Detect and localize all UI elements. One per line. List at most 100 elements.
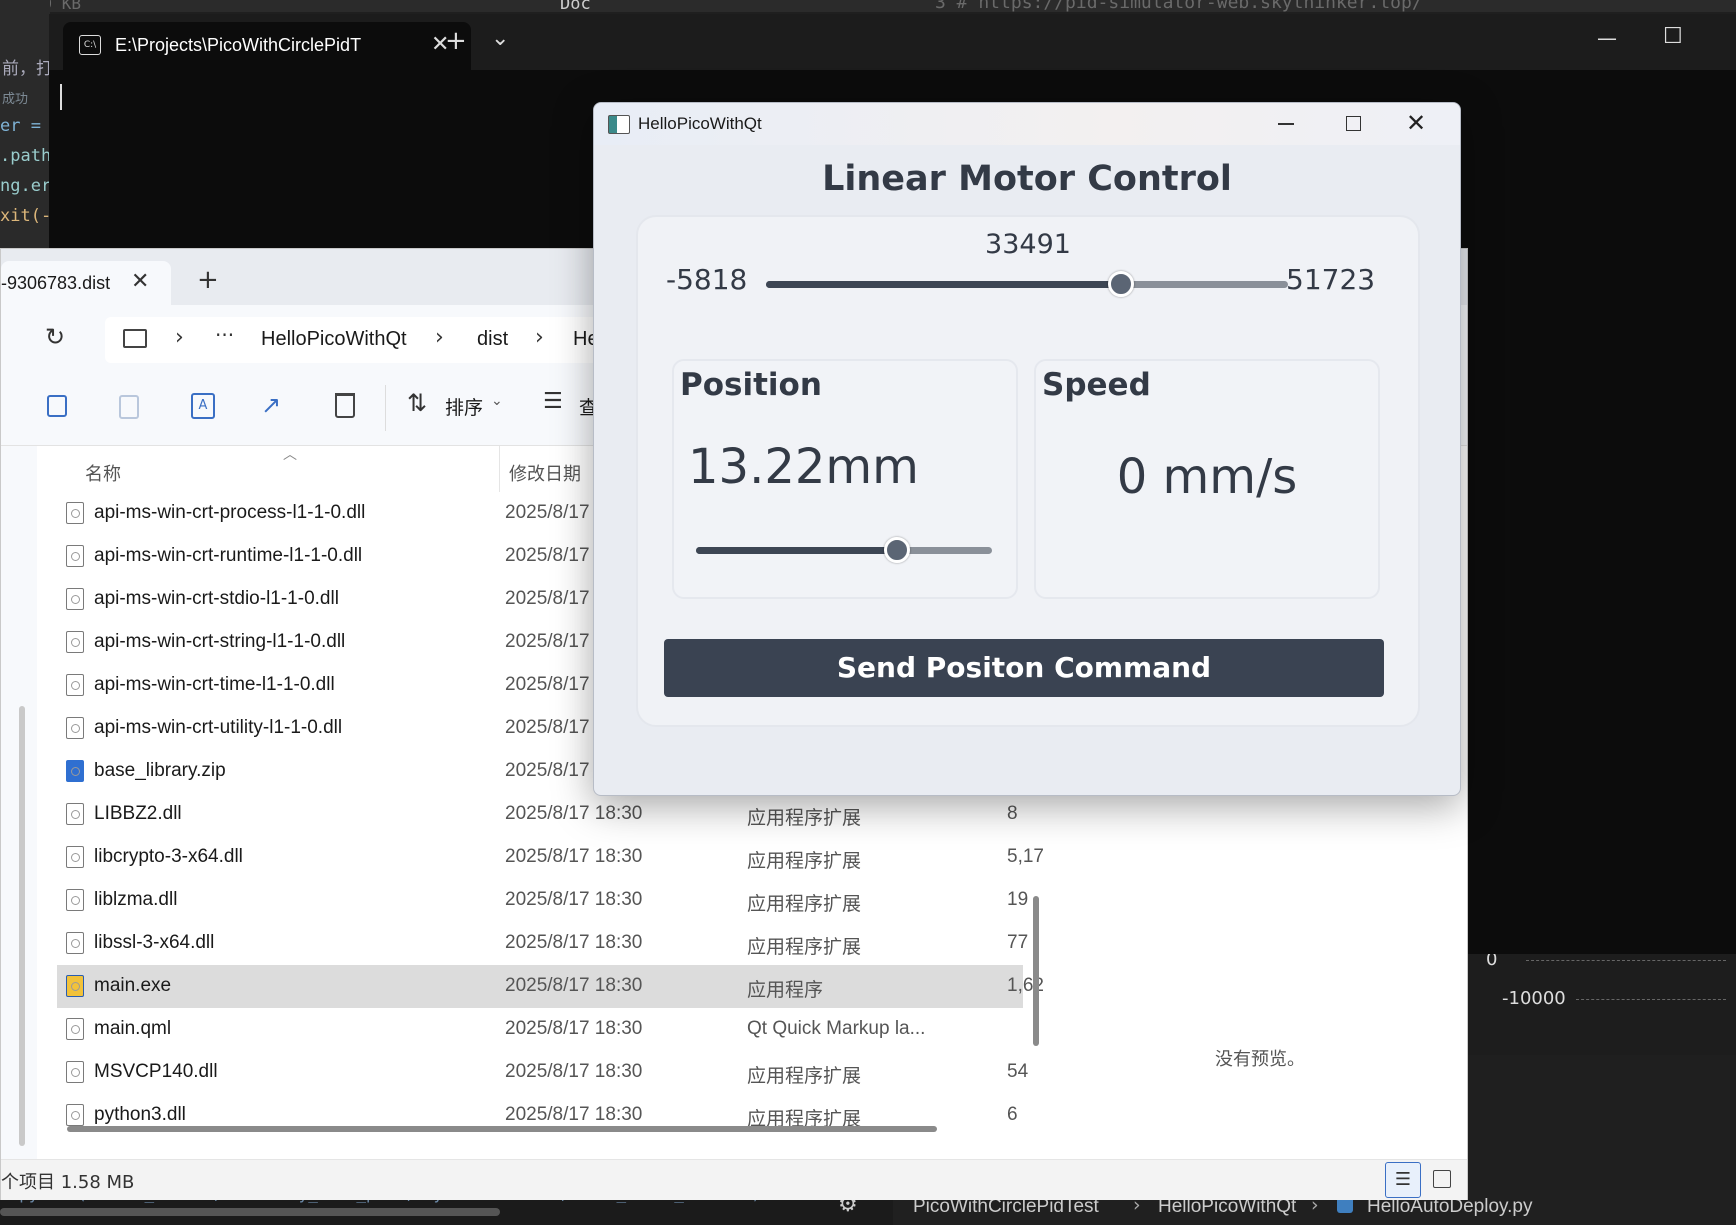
dll-file-icon <box>66 1104 84 1126</box>
horizontal-scrollbar[interactable] <box>0 1208 500 1216</box>
qt-app-window: HelloPicoWithQt ✕ Linear Motor Control 3… <box>593 102 1461 796</box>
file-name: python3.dll <box>94 1104 186 1125</box>
file-size: 8 <box>1007 803 1018 824</box>
file-name: api-ms-win-crt-runtime-l1-1-0.dll <box>94 545 363 566</box>
qt-title-bar[interactable]: HelloPicoWithQt ✕ <box>594 103 1460 145</box>
position-card: Position 13.22mm <box>672 359 1018 599</box>
share-icon[interactable]: ↗ <box>261 391 281 419</box>
target-value: 33491 <box>985 229 1071 260</box>
table-row[interactable]: libcrypto-3-x64.dll 2025/8/17 18:30 应用程序扩展… <box>57 836 1044 879</box>
column-divider[interactable] <box>499 446 500 492</box>
tiles-view-icon[interactable] <box>1433 1170 1451 1188</box>
position-slider[interactable] <box>696 537 992 563</box>
file-name: api-ms-win-crt-utility-l1-1-0.dll <box>94 717 343 738</box>
table-row[interactable]: LIBBZ2.dll 2025/8/17 18:30 应用程序扩展 8 <box>57 793 1023 836</box>
nav-pane <box>1 446 37 1159</box>
file-date: 2025/8/17 <box>505 545 590 566</box>
breadcrumb[interactable]: › ··· HelloPicoWithQt › dist › He <box>105 317 625 363</box>
minimize-button[interactable]: — <box>1597 26 1617 50</box>
control-card: 33491 -5818 51723 Position 13.22mm Speed… <box>636 215 1420 727</box>
file-size: 19 <box>1007 889 1029 910</box>
text-cursor <box>60 84 62 110</box>
file-type: 应用程序扩展 <box>747 894 862 915</box>
column-header-date[interactable]: 修改日期 <box>509 460 581 486</box>
send-position-button[interactable]: Send Positon Command <box>664 639 1384 697</box>
file-type: 应用程序扩展 <box>747 808 862 829</box>
details-view-icon[interactable]: ☰ <box>1385 1162 1421 1198</box>
target-slider[interactable] <box>766 271 1288 297</box>
file-name: libcrypto-3-x64.dll <box>94 846 243 867</box>
file-type: Qt Quick Markup la... <box>747 1018 926 1039</box>
paste-icon[interactable] <box>119 395 139 419</box>
minimize-button[interactable] <box>1278 123 1294 125</box>
file-date: 2025/8/17 <box>505 674 590 695</box>
chevron-right-icon: › <box>175 325 184 350</box>
table-row[interactable]: main.exe 2025/8/17 18:30 应用程序 1,62 <box>57 965 1044 1008</box>
file-type: 应用程序 <box>747 980 824 1001</box>
nav-scrollbar[interactable] <box>19 706 25 1146</box>
sort-button[interactable]: 排序 <box>445 393 483 420</box>
column-header-name[interactable]: 名称 <box>85 460 121 486</box>
new-tab-button[interactable]: + <box>445 26 467 56</box>
slider-handle[interactable] <box>884 537 910 563</box>
table-row[interactable]: libssl-3-x64.dll 2025/8/17 18:30 应用程序扩展 77 <box>57 922 1028 965</box>
file-name: libssl-3-x64.dll <box>94 932 215 953</box>
file-name: MSVCP140.dll <box>94 1061 218 1082</box>
sort-up-icon: ︿ <box>283 447 297 463</box>
dll-file-icon <box>66 502 84 524</box>
code-line: .path <box>0 146 52 166</box>
speed-value: 0 mm/s <box>1116 449 1298 505</box>
horizontal-scrollbar[interactable] <box>67 1126 937 1132</box>
code-line: xit(- <box>0 206 52 226</box>
table-row[interactable]: liblzma.dll 2025/8/17 18:30 应用程序扩展 19 <box>57 879 1028 922</box>
chevron-right-icon: › <box>535 325 544 350</box>
graph-gridline <box>1576 999 1726 1000</box>
chevron-down-icon[interactable]: ⌄ <box>491 26 509 51</box>
file-type: 应用程序扩展 <box>747 937 862 958</box>
file-name: main.exe <box>94 975 172 996</box>
file-type: 应用程序扩展 <box>747 851 862 872</box>
delete-icon[interactable] <box>335 393 355 418</box>
slider-max-label: 51723 <box>1286 263 1376 296</box>
file-date: 2025/8/17 18:30 <box>505 1104 643 1125</box>
maximize-button[interactable] <box>1346 116 1361 131</box>
file-name: api-ms-win-crt-stdio-l1-1-0.dll <box>94 588 339 609</box>
table-row[interactable]: MSVCP140.dll 2025/8/17 18:30 应用程序扩展 54 <box>57 1051 1028 1094</box>
position-value: 13.22mm <box>688 439 919 495</box>
breadcrumb-item[interactable]: dist <box>477 328 508 351</box>
vertical-scrollbar[interactable] <box>1033 896 1039 1046</box>
page-title: Linear Motor Control <box>822 159 1232 199</box>
file-size: 6 <box>1007 1104 1018 1125</box>
dll-file-icon <box>66 631 84 653</box>
file-date: 2025/8/17 <box>505 760 590 781</box>
file-size: 54 <box>1007 1061 1029 1082</box>
slider-handle[interactable] <box>1108 271 1134 297</box>
dll-file-icon <box>66 717 84 739</box>
qml-file-icon <box>66 1018 84 1040</box>
zip-file-icon <box>66 760 84 782</box>
file-date: 2025/8/17 <box>505 588 590 609</box>
maximize-button[interactable]: ☐ <box>1663 24 1683 49</box>
dll-file-icon <box>66 588 84 610</box>
exe-file-icon <box>66 975 84 997</box>
terminal-tab[interactable]: C:\ E:\Projects\PicoWithCirclePidT ✕ <box>63 22 471 70</box>
computer-icon <box>123 329 147 348</box>
close-icon[interactable]: ✕ <box>1406 109 1426 137</box>
close-icon[interactable]: ✕ <box>131 269 149 294</box>
sort-icon[interactable]: ⇅ <box>407 389 427 417</box>
slider-fill <box>696 547 897 554</box>
terminal-tab-bar: C:\ E:\Projects\PicoWithCirclePidT ✕ + ⌄… <box>49 14 1736 70</box>
file-date: 2025/8/17 18:30 <box>505 846 643 867</box>
table-row[interactable]: main.qml 2025/8/17 18:30 Qt Quick Markup l… <box>57 1008 1023 1051</box>
new-tab-button[interactable]: + <box>197 265 219 295</box>
file-name: main.qml <box>94 1018 172 1039</box>
explorer-tab[interactable]: -9306783.dist ✕ <box>1 261 171 305</box>
more-icon[interactable]: ··· <box>215 323 234 347</box>
graph-gridline <box>1526 960 1726 961</box>
view-icon[interactable]: ☰ <box>543 389 563 414</box>
graph-tick: -10000 <box>1502 988 1566 1009</box>
refresh-icon[interactable]: ↻ <box>45 323 65 351</box>
copy-icon[interactable] <box>47 395 67 417</box>
breadcrumb-item[interactable]: HelloPicoWithQt <box>261 328 407 351</box>
rename-icon[interactable]: A <box>191 393 215 419</box>
